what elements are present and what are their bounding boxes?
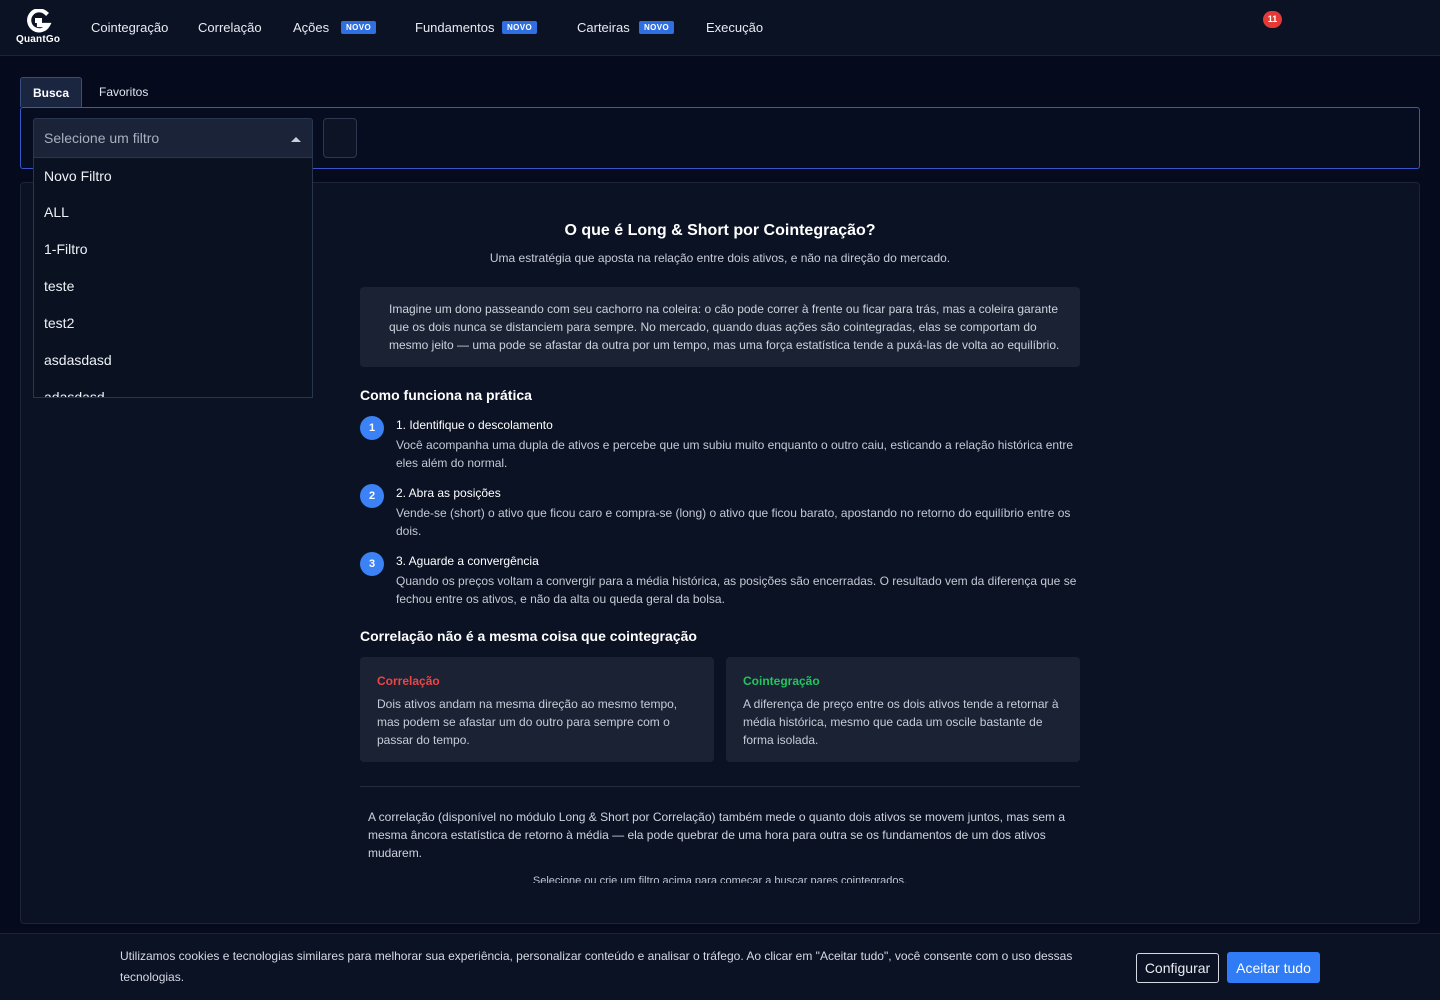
step-title: 3. Aguarde a convergência (396, 554, 539, 568)
card-title: Correlação (377, 674, 440, 688)
card-title: Cointegração (743, 674, 820, 688)
dropdown-option[interactable]: 1-Filtro (34, 231, 312, 268)
step-number: 3 (360, 552, 384, 576)
card-text: A diferença de preço entre os dois ativo… (743, 697, 1059, 747)
dropdown-option[interactable]: asdasdasd (34, 342, 312, 379)
top-navbar: QuantGo Cointegração Correlação Ações NO… (0, 0, 1440, 56)
nav-item-correlacao[interactable]: Correlação (198, 19, 262, 37)
comparison-heading: Correlação não é a mesma coisa que coint… (360, 628, 697, 644)
nav-item-execucao[interactable]: Execução (706, 19, 763, 37)
empty-state-hint: Selecione ou crie um filtro acima para c… (532, 875, 908, 883)
page-subtitle: Uma estratégia que aposta na relação ent… (489, 251, 951, 265)
step-title: 2. Abra as posições (396, 486, 501, 500)
dropdown-option[interactable]: adasdasd (34, 379, 312, 397)
step-number: 1 (360, 416, 384, 440)
nav-item-carteiras[interactable]: Carteiras (577, 19, 630, 37)
filter-select[interactable]: Selecione um filtro (33, 118, 313, 158)
dropdown-option[interactable]: teste (34, 268, 312, 305)
step-number: 2 (360, 484, 384, 508)
nav-item-cointegracao[interactable]: Cointegração (91, 19, 168, 37)
card-text: Dois ativos andam na mesma direção ao me… (377, 697, 678, 747)
step-description: Você acompanha uma dupla de ativos e per… (396, 438, 1074, 470)
step-description: Quando os preços voltam a convergir para… (396, 574, 1077, 606)
logo[interactable]: QuantGo (14, 9, 66, 47)
nav-item-fundamentos[interactable]: Fundamentos (415, 19, 495, 37)
how-it-works-heading: Como funciona na prática (360, 387, 532, 403)
dropdown-option[interactable]: test2 (34, 305, 312, 342)
dropdown-option[interactable]: Novo Filtro (34, 158, 312, 194)
correlation-card: Correlação Dois ativos andam na mesma di… (360, 657, 714, 762)
caret-up-icon (291, 137, 301, 142)
cookie-text: Utilizamos cookies e tecnologias similar… (120, 949, 1073, 984)
analogy-box: Imagine um dono passeando com seu cachor… (360, 287, 1080, 367)
notification-badge[interactable]: 11 (1263, 11, 1282, 28)
configure-cookies-button[interactable]: Configurar (1136, 953, 1219, 983)
accept-all-cookies-button[interactable]: Aceitar tudo (1227, 952, 1320, 983)
filter-action-button[interactable] (323, 118, 357, 158)
filter-dropdown-list[interactable]: Novo Filtro ALL 1-Filtro teste test2 asd… (33, 158, 313, 398)
nav-item-acoes[interactable]: Ações (293, 19, 329, 37)
new-badge: NOVO (639, 21, 675, 34)
correlation-note: A correlação (disponível no módulo Long … (368, 810, 1066, 860)
new-badge: NOVO (502, 21, 538, 34)
logo-text: QuantGo (16, 34, 61, 45)
tab-busca[interactable]: Busca (20, 77, 82, 107)
filter-select-placeholder: Selecione um filtro (44, 130, 160, 146)
page-title: O que é Long & Short por Cointegração? (564, 222, 876, 239)
step-description: Vende-se (short) o ativo que ficou caro … (396, 506, 1071, 538)
tab-favoritos[interactable]: Favoritos (87, 77, 160, 107)
divider (360, 786, 1080, 787)
dropdown-option[interactable]: ALL (34, 194, 312, 231)
step-title: 1. Identifique o descolamento (396, 418, 553, 432)
quantgo-logo-icon (27, 9, 52, 33)
cointegration-card: Cointegração A diferença de preço entre … (726, 657, 1080, 762)
new-badge: NOVO (341, 21, 377, 34)
